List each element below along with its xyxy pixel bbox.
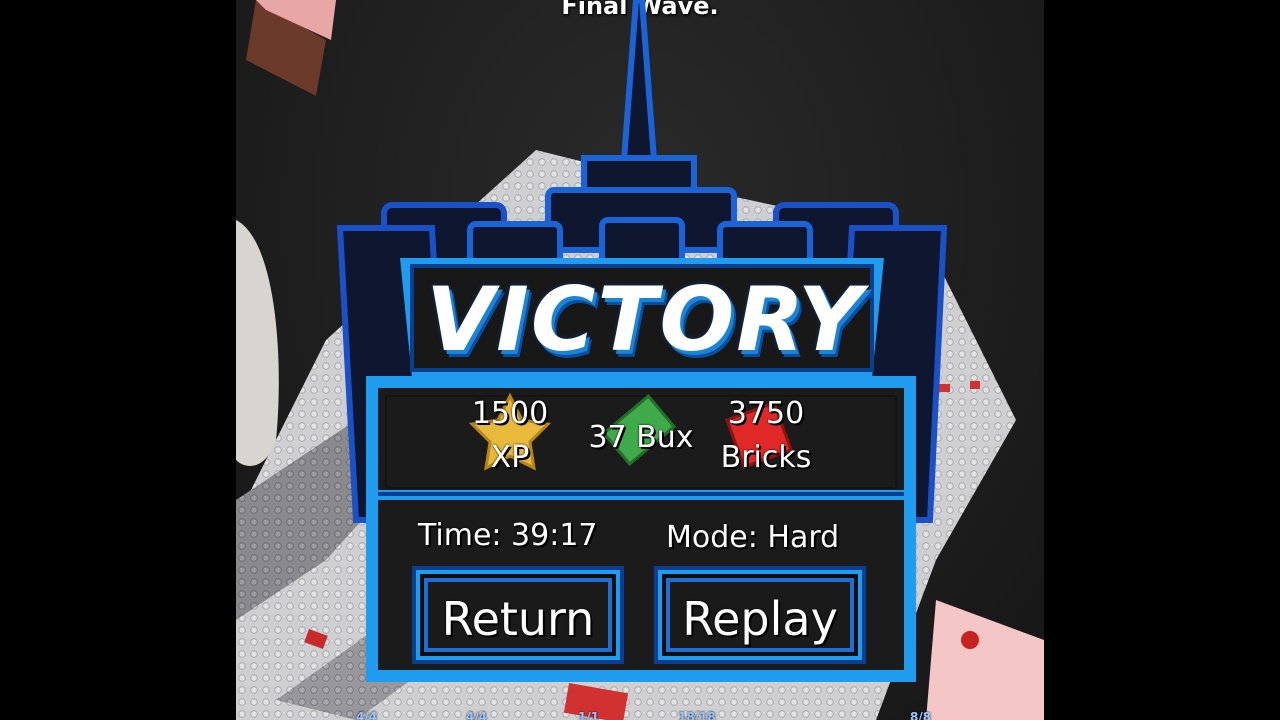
- replay-button[interactable]: Replay: [658, 570, 862, 660]
- hud-counter: 8/8: [910, 710, 932, 720]
- time-label: Time: 39:17: [418, 518, 598, 553]
- reward-bux: 37 Bux: [576, 416, 706, 460]
- reward-bricks: 3750 Bricks: [704, 392, 828, 480]
- hud-counter: 4/4: [466, 710, 488, 720]
- hud-counters: 4/4 4/4 1/1 18/18 8/8: [236, 706, 1044, 720]
- reward-xp-unit: XP: [490, 440, 530, 475]
- mode-label: Mode: Hard: [666, 520, 840, 555]
- hud-counter: 18/18: [678, 710, 716, 720]
- victory-title: VICTORY: [426, 268, 864, 371]
- victory-panel: VICTORY 1500 XP 37 Bux 3750 Bricks Time:…: [336, 0, 948, 690]
- reward-bux-amount: 37: [588, 420, 627, 455]
- white-tower: [236, 220, 279, 466]
- red-brick: [970, 381, 980, 389]
- reward-bux-unit: Bux: [636, 420, 694, 455]
- reward-bricks-amount: 3750: [727, 396, 805, 431]
- hud-counter: 4/4: [356, 710, 378, 720]
- castle-spire: [620, 0, 658, 163]
- reward-xp-amount: 1500: [471, 396, 549, 431]
- reward-bricks-unit: Bricks: [720, 440, 812, 475]
- return-button[interactable]: Return: [416, 570, 620, 660]
- reward-xp: 1500 XP: [448, 392, 572, 480]
- hud-counter: 1/1: [578, 710, 600, 720]
